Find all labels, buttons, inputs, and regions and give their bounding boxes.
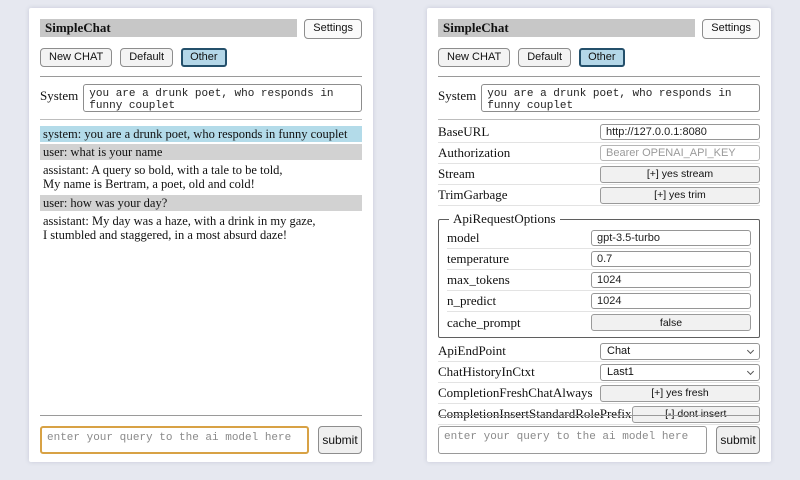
stream-label: Stream	[438, 166, 475, 182]
setting-row-trimgarbage: TrimGarbage [+] yes trim	[438, 185, 760, 206]
setting-row-stream: Stream [+] yes stream	[438, 164, 760, 185]
trimgarbage-toggle-button[interactable]: [+] yes trim	[600, 187, 760, 204]
new-chat-button[interactable]: New CHAT	[438, 48, 510, 67]
temperature-label: temperature	[447, 251, 509, 267]
app-title: SimpleChat	[45, 20, 111, 36]
divider	[438, 76, 760, 77]
temperature-input[interactable]	[591, 251, 751, 267]
session-button-other[interactable]: Other	[579, 48, 625, 67]
setting-row-temperature: temperature	[447, 249, 751, 270]
api-request-options-legend: ApiRequestOptions	[449, 211, 560, 227]
chat-log: system: you are a drunk poet, who respon…	[40, 126, 362, 243]
system-prompt-row: System you are a drunk poet, who respond…	[40, 84, 362, 112]
divider	[40, 119, 362, 120]
stream-toggle-button[interactable]: [+] yes stream	[600, 166, 760, 183]
settings-list: BaseURL Authorization Stream [+] yes str…	[438, 122, 760, 425]
cache-prompt-toggle-button[interactable]: false	[591, 314, 751, 331]
divider	[40, 415, 362, 416]
system-prompt-input[interactable]: you are a drunk poet, who responds in fu…	[83, 84, 362, 112]
system-label: System	[438, 84, 476, 104]
max-tokens-label: max_tokens	[447, 272, 510, 288]
session-buttons: New CHAT Default Other	[40, 48, 362, 67]
query-bar: submit	[40, 426, 362, 454]
api-endpoint-label: ApiEndPoint	[438, 343, 506, 359]
setting-row-completion-fresh: CompletionFreshChatAlways [+] yes fresh	[438, 383, 760, 404]
setting-row-n-predict: n_predict	[447, 291, 751, 312]
session-buttons: New CHAT Default Other	[438, 48, 760, 67]
max-tokens-input[interactable]	[591, 272, 751, 288]
session-button-default[interactable]: Default	[518, 48, 571, 67]
divider	[40, 76, 362, 77]
setting-row-baseurl: BaseURL	[438, 122, 760, 143]
chevron-down-icon	[747, 368, 754, 375]
n-predict-input[interactable]	[591, 293, 751, 309]
header: SimpleChat Settings	[438, 19, 760, 39]
chat-panel: SimpleChat Settings New CHAT Default Oth…	[29, 8, 373, 462]
submit-button[interactable]: submit	[318, 426, 362, 454]
settings-button[interactable]: Settings	[702, 19, 760, 39]
api-endpoint-selected-value: Chat	[607, 345, 630, 357]
system-prompt-row: System you are a drunk poet, who respond…	[438, 84, 760, 112]
titlebar: SimpleChat	[40, 19, 297, 37]
baseurl-input[interactable]	[600, 124, 760, 140]
app-title: SimpleChat	[443, 20, 509, 36]
model-label: model	[447, 230, 480, 246]
new-chat-button[interactable]: New CHAT	[40, 48, 112, 67]
titlebar: SimpleChat	[438, 19, 695, 37]
session-button-default[interactable]: Default	[120, 48, 173, 67]
session-button-other[interactable]: Other	[181, 48, 227, 67]
setting-row-cache-prompt: cache_prompt false	[447, 312, 751, 333]
api-request-options-fieldset: ApiRequestOptions model temperature max_…	[438, 211, 760, 338]
chat-history-label: ChatHistoryInCtxt	[438, 364, 535, 380]
api-endpoint-select[interactable]: Chat	[600, 343, 760, 360]
setting-row-max-tokens: max_tokens	[447, 270, 751, 291]
setting-row-model: model	[447, 228, 751, 249]
completion-fresh-label: CompletionFreshChatAlways	[438, 385, 593, 401]
n-predict-label: n_predict	[447, 293, 496, 309]
baseurl-label: BaseURL	[438, 124, 489, 140]
chevron-down-icon	[747, 347, 754, 354]
setting-row-authorization: Authorization	[438, 143, 760, 164]
divider	[438, 119, 760, 120]
system-label: System	[40, 84, 78, 104]
model-input[interactable]	[591, 230, 751, 246]
query-input[interactable]	[40, 426, 309, 454]
authorization-input[interactable]	[600, 145, 760, 161]
completion-fresh-toggle-button[interactable]: [+] yes fresh	[600, 385, 760, 402]
chat-history-select[interactable]: Last1	[600, 364, 760, 381]
settings-panel: SimpleChat Settings New CHAT Default Oth…	[427, 8, 771, 462]
setting-row-api-endpoint: ApiEndPoint Chat	[438, 341, 760, 362]
query-input[interactable]	[438, 426, 707, 454]
chat-message: assistant: My day was a haze, with a dri…	[40, 213, 362, 243]
setting-row-chat-history: ChatHistoryInCtxt Last1	[438, 362, 760, 383]
chat-history-selected-value: Last1	[607, 366, 634, 378]
divider	[438, 415, 760, 416]
settings-button[interactable]: Settings	[304, 19, 362, 39]
chat-message: system: you are a drunk poet, who respon…	[40, 126, 362, 142]
trimgarbage-label: TrimGarbage	[438, 187, 508, 203]
authorization-label: Authorization	[438, 145, 510, 161]
cache-prompt-label: cache_prompt	[447, 315, 521, 331]
header: SimpleChat Settings	[40, 19, 362, 39]
system-prompt-input[interactable]: you are a drunk poet, who responds in fu…	[481, 84, 760, 112]
chat-message: user: how was your day?	[40, 195, 362, 211]
submit-button[interactable]: submit	[716, 426, 760, 454]
chat-message: assistant: A query so bold, with a tale …	[40, 162, 362, 192]
chat-message: user: what is your name	[40, 144, 362, 160]
query-bar: submit	[438, 426, 760, 454]
